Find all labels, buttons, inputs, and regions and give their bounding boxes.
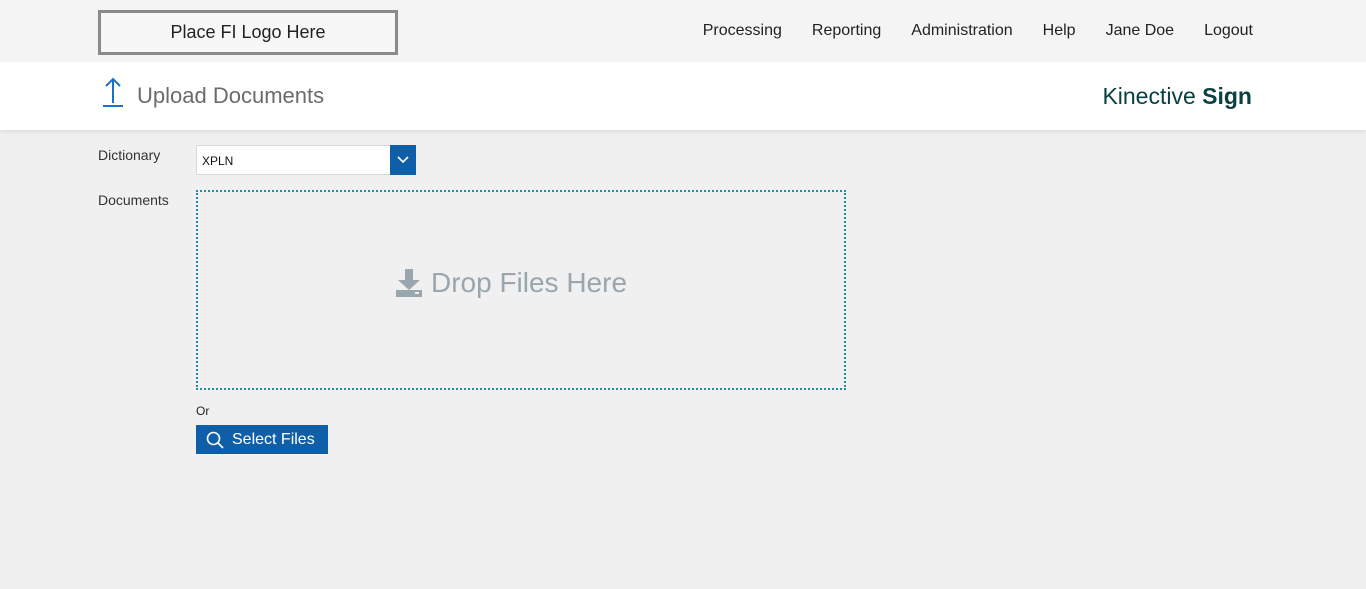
nav-reporting[interactable]: Reporting <box>812 22 881 40</box>
nav-help[interactable]: Help <box>1043 22 1076 40</box>
search-icon <box>206 431 224 449</box>
logo-placeholder: Place FI Logo Here <box>98 10 398 55</box>
download-icon <box>395 269 422 297</box>
nav-user[interactable]: Jane Doe <box>1106 22 1175 40</box>
or-text: Or <box>196 404 210 418</box>
dropdown-button[interactable] <box>390 145 416 175</box>
chevron-down-icon <box>397 156 409 164</box>
drop-text: Drop Files Here <box>430 267 628 298</box>
logo-placeholder-text: Place FI Logo Here <box>170 22 326 42</box>
dictionary-select[interactable]: XPLN <box>196 145 416 175</box>
page-title: Upload Documents <box>137 83 325 108</box>
brand-bold: Sign <box>1202 83 1252 109</box>
nav-logout[interactable]: Logout <box>1204 22 1253 40</box>
page-header: Upload Documents Kinective Sign <box>0 62 1366 130</box>
dictionary-label: Dictionary <box>98 147 161 163</box>
documents-label: Documents <box>98 192 169 208</box>
top-bar: Place FI Logo Here Processing Reporting … <box>0 0 1366 62</box>
brand-regular: Kinective <box>1102 83 1196 109</box>
main-nav: Processing Reporting Administration Help… <box>703 22 1253 40</box>
file-dropzone[interactable]: Drop Files Here <box>196 190 846 390</box>
drop-message: Drop Files Here <box>395 267 627 299</box>
dictionary-value: XPLN <box>202 154 234 168</box>
nav-processing[interactable]: Processing <box>703 22 782 40</box>
brand-logo: Kinective Sign <box>1102 83 1252 110</box>
select-files-button[interactable]: Select Files <box>196 425 328 454</box>
nav-administration[interactable]: Administration <box>911 22 1012 40</box>
upload-arrow-icon <box>103 77 123 107</box>
select-files-label: Select Files <box>232 430 315 448</box>
